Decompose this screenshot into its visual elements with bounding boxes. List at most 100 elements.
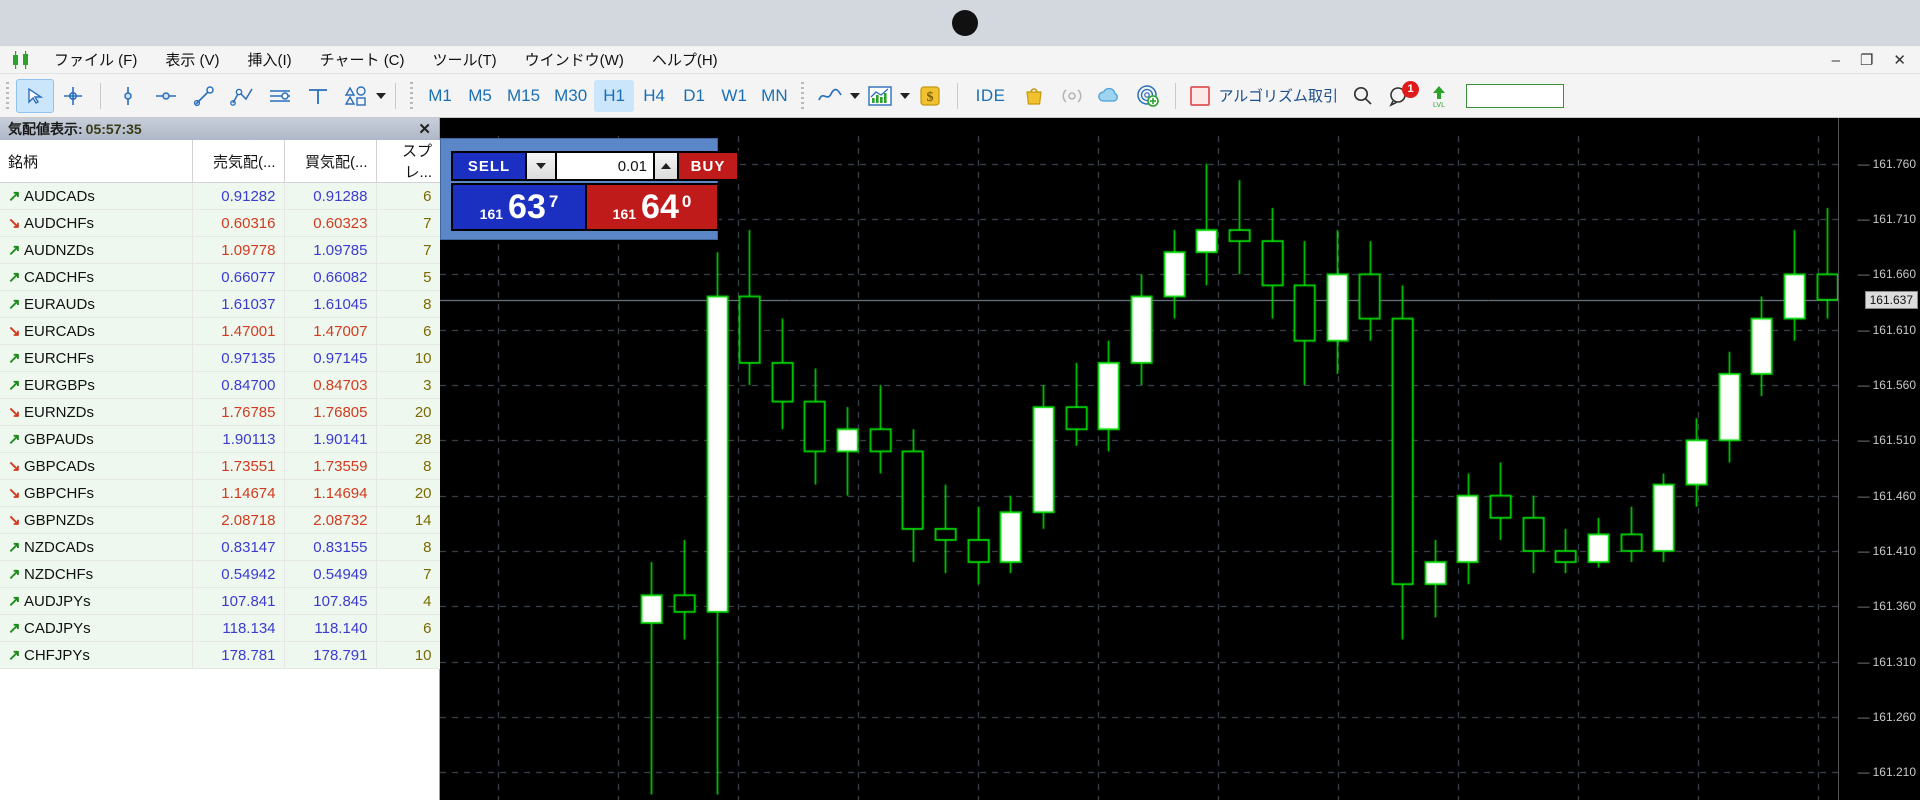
spread-cell: 7 [376, 560, 441, 588]
timeframe-mn[interactable]: MN [754, 80, 794, 112]
table-row[interactable]: ↗ GBPAUDs 1.90113 1.90141 28 [0, 425, 441, 453]
timeframe-m15[interactable]: M15 [500, 80, 547, 112]
currency-dollar-icon[interactable]: $ [911, 79, 949, 113]
sell-price-button[interactable]: 161 63 7 [451, 183, 585, 231]
crosshair-icon[interactable] [54, 79, 92, 113]
ask-cell: 1.61037 [192, 290, 285, 318]
indicators-chevron-down-icon[interactable] [899, 80, 911, 112]
symbol-name: GBPNZDs [24, 512, 95, 529]
table-row[interactable]: ↗ CADJPYs 118.134 118.140 6 [0, 614, 441, 642]
timeframe-h4[interactable]: H4 [634, 80, 674, 112]
restore-button[interactable]: ❐ [1860, 53, 1873, 68]
lvl-icon[interactable]: LVL [1420, 79, 1458, 113]
table-row[interactable]: ↘ EURNZDs 1.76785 1.76805 20 [0, 398, 441, 426]
market-watch-close-icon[interactable]: ✕ [418, 120, 431, 138]
price-axis[interactable]: —161.760 —161.710 —161.660 —161.610 —161.560… [1838, 118, 1920, 800]
market-bag-icon[interactable] [1015, 79, 1053, 113]
chat-icon[interactable]: 1 [1382, 79, 1420, 113]
equidistant-channel-icon[interactable] [261, 79, 299, 113]
sell-label[interactable]: SELL [451, 151, 525, 181]
table-row[interactable]: ↗ NZDCADs 0.83147 0.83155 8 [0, 533, 441, 561]
timeframe-d1[interactable]: D1 [674, 80, 714, 112]
timeframe-m1[interactable]: M1 [420, 80, 460, 112]
menu-view[interactable]: 表示 (V) [151, 47, 233, 72]
menu-window[interactable]: ウインドウ(W) [511, 47, 638, 72]
chart-tools-grip[interactable] [798, 81, 807, 110]
menu-chart[interactable]: チャート (C) [306, 47, 419, 72]
column-header-bid[interactable]: 買気配(... [284, 140, 377, 183]
bid-cell: 107.845 [284, 587, 377, 615]
timeframe-m5[interactable]: M5 [460, 80, 500, 112]
shapes-dropdown-chevron-down-icon[interactable] [375, 80, 387, 112]
chart-type-chevron-down-icon[interactable] [849, 80, 861, 112]
menu-tools[interactable]: ツール(T) [419, 47, 511, 72]
vps-icon[interactable] [1129, 79, 1167, 113]
shapes-icon[interactable] [337, 79, 375, 113]
level-field[interactable] [1466, 83, 1565, 108]
timeframe-h1[interactable]: H1 [594, 79, 635, 112]
search-icon[interactable] [1344, 79, 1382, 113]
table-row[interactable]: ↗ AUDCADs 0.91282 0.91288 6 [0, 182, 441, 210]
table-row[interactable]: ↗ CHFJPYs 178.781 178.791 10 [0, 641, 441, 669]
arrow-up-icon: ↗ [8, 377, 21, 394]
market-watch-time: 05:57:35 [85, 121, 142, 137]
toolbar-grip[interactable] [4, 81, 12, 110]
table-row[interactable]: ↘ AUDCHFs 0.60316 0.60323 7 [0, 209, 441, 237]
horizontal-line-icon[interactable] [147, 79, 185, 113]
symbol-name: EURCADs [24, 323, 95, 340]
arrow-down-icon: ↘ [8, 458, 21, 475]
column-header-spread[interactable]: スプレ... [376, 140, 440, 183]
volume-decrement-chevron-down-icon[interactable] [525, 151, 555, 181]
bid-cell: 1.90141 [284, 425, 377, 453]
symbol-cell: ↗ EURGBPs [0, 371, 193, 399]
column-header-symbol[interactable]: 銘柄 [0, 140, 193, 183]
ask-cell: 0.54942 [192, 560, 285, 588]
one-click-trading-panel[interactable]: SELL 0.01 BUY 161 63 7 161 64 0 [440, 138, 739, 240]
table-row[interactable]: ↘ GBPNZDs 2.08718 2.08732 14 [0, 506, 441, 534]
timeframe-grip[interactable] [408, 81, 416, 110]
indicators-icon[interactable] [861, 79, 899, 113]
symbol-cell: ↗ AUDCADs [0, 182, 193, 210]
buy-label[interactable]: BUY [677, 151, 739, 181]
cloud-icon[interactable] [1091, 79, 1129, 113]
table-row[interactable]: ↗ CADCHFs 0.66077 0.66082 5 [0, 263, 441, 291]
volume-increment-chevron-up-icon[interactable] [653, 151, 677, 181]
table-row[interactable]: ↗ NZDCHFs 0.54942 0.54949 7 [0, 560, 441, 588]
polyline-icon[interactable] [223, 79, 261, 113]
table-row[interactable]: ↗ EURGBPs 0.84700 0.84703 3 [0, 371, 441, 399]
line-chart-icon[interactable] [811, 79, 849, 113]
table-row[interactable]: ↘ GBPCADs 1.73551 1.73559 8 [0, 452, 441, 480]
symbol-name: EURNZDs [24, 404, 94, 421]
buy-price-fraction: 0 [681, 192, 692, 211]
spread-cell: 28 [376, 425, 441, 453]
spread-cell: 8 [376, 452, 441, 480]
timeframe-w1[interactable]: W1 [714, 80, 754, 112]
cursor-icon[interactable] [16, 78, 54, 113]
symbol-name: EURGBPs [24, 377, 95, 394]
table-row[interactable]: ↗ EURAUDs 1.61037 1.61045 8 [0, 290, 441, 318]
arrow-up-icon: ↗ [8, 242, 21, 259]
table-row[interactable]: ↗ AUDJPYs 107.841 107.845 4 [0, 587, 441, 615]
menu-insert[interactable]: 挿入(I) [234, 47, 306, 72]
column-header-ask[interactable]: 売気配(... [192, 140, 285, 183]
buy-price-button[interactable]: 161 64 0 [585, 183, 719, 231]
minimize-button[interactable]: – [1832, 53, 1840, 68]
fibonacci-retracement-icon[interactable] [299, 79, 337, 113]
timeframe-m30[interactable]: M30 [547, 80, 594, 112]
trendline-icon[interactable] [185, 79, 223, 113]
menu-help[interactable]: ヘルプ(H) [638, 47, 732, 72]
volume-input[interactable]: 0.01 [555, 151, 653, 181]
table-row[interactable]: ↗ AUDNZDs 1.09778 1.09785 7 [0, 236, 441, 264]
table-row[interactable]: ↗ EURCHFs 0.97135 0.97145 10 [0, 344, 441, 372]
arrow-down-icon: ↘ [8, 215, 21, 232]
spread-cell: 5 [376, 263, 441, 291]
ide-button[interactable]: IDE [966, 86, 1016, 106]
signals-icon[interactable] [1053, 79, 1091, 113]
table-row[interactable]: ↘ GBPCHFs 1.14674 1.14694 20 [0, 479, 441, 507]
close-button[interactable]: ✕ [1893, 53, 1906, 68]
ask-cell: 118.134 [192, 614, 285, 642]
table-row[interactable]: ↘ EURCADs 1.47001 1.47007 6 [0, 317, 441, 345]
menu-file[interactable]: ファイル (F) [40, 47, 151, 72]
algo-trading-button[interactable]: アルゴリズム取引 [1184, 85, 1344, 106]
vertical-line-icon[interactable] [109, 79, 147, 113]
